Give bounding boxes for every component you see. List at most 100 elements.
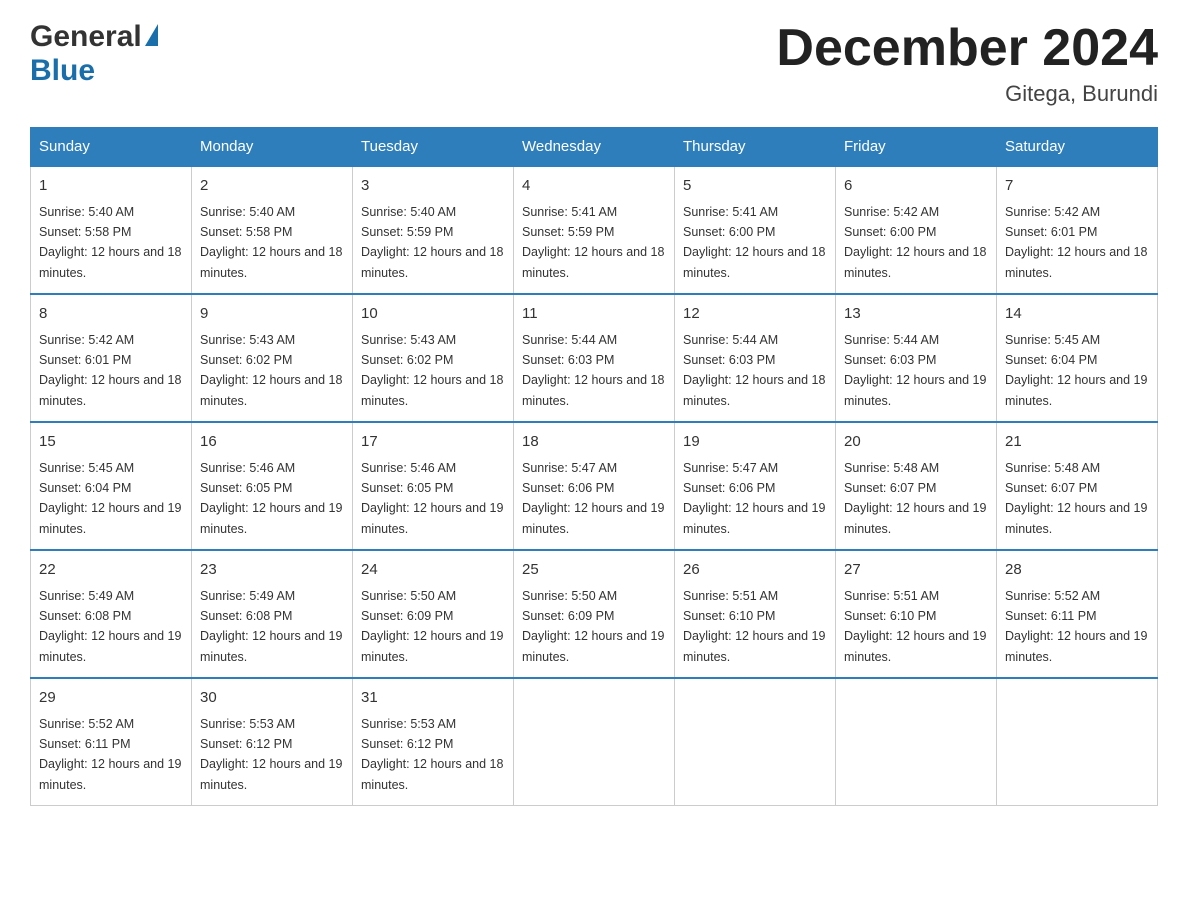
day-number: 25 bbox=[522, 559, 666, 582]
calendar-header-row: SundayMondayTuesdayWednesdayThursdayFrid… bbox=[31, 128, 1158, 167]
calendar-cell: 2 Sunrise: 5:40 AMSunset: 5:58 PMDaylight… bbox=[192, 166, 353, 294]
day-info: Sunrise: 5:41 AMSunset: 6:00 PMDaylight:… bbox=[683, 205, 825, 280]
day-number: 16 bbox=[200, 431, 344, 454]
weekday-header-saturday: Saturday bbox=[997, 128, 1158, 167]
day-info: Sunrise: 5:47 AMSunset: 6:06 PMDaylight:… bbox=[683, 461, 825, 536]
day-number: 8 bbox=[39, 303, 183, 326]
calendar-cell: 15 Sunrise: 5:45 AMSunset: 6:04 PMDayligh… bbox=[31, 422, 192, 550]
day-number: 14 bbox=[1005, 303, 1149, 326]
calendar-cell: 20 Sunrise: 5:48 AMSunset: 6:07 PMDayligh… bbox=[836, 422, 997, 550]
day-number: 10 bbox=[361, 303, 505, 326]
calendar-cell: 27 Sunrise: 5:51 AMSunset: 6:10 PMDayligh… bbox=[836, 550, 997, 678]
day-info: Sunrise: 5:45 AMSunset: 6:04 PMDaylight:… bbox=[39, 461, 181, 536]
logo-blue-text: Blue bbox=[30, 54, 95, 87]
day-number: 1 bbox=[39, 175, 183, 198]
day-number: 5 bbox=[683, 175, 827, 198]
logo: General Blue bbox=[30, 20, 158, 88]
day-info: Sunrise: 5:41 AMSunset: 5:59 PMDaylight:… bbox=[522, 205, 664, 280]
calendar-cell: 28 Sunrise: 5:52 AMSunset: 6:11 PMDayligh… bbox=[997, 550, 1158, 678]
day-number: 22 bbox=[39, 559, 183, 582]
day-info: Sunrise: 5:40 AMSunset: 5:58 PMDaylight:… bbox=[39, 205, 181, 280]
day-info: Sunrise: 5:50 AMSunset: 6:09 PMDaylight:… bbox=[522, 589, 664, 664]
day-number: 13 bbox=[844, 303, 988, 326]
day-number: 12 bbox=[683, 303, 827, 326]
calendar-cell: 8 Sunrise: 5:42 AMSunset: 6:01 PMDaylight… bbox=[31, 294, 192, 422]
calendar-cell bbox=[836, 678, 997, 806]
calendar-cell: 30Sunrise: 5:53 AMSunset: 6:12 PMDayligh… bbox=[192, 678, 353, 806]
day-info: Sunrise: 5:44 AMSunset: 6:03 PMDaylight:… bbox=[522, 333, 664, 408]
day-number: 24 bbox=[361, 559, 505, 582]
day-info: Sunrise: 5:53 AMSunset: 6:12 PMDaylight:… bbox=[200, 717, 342, 792]
calendar-cell: 12 Sunrise: 5:44 AMSunset: 6:03 PMDayligh… bbox=[675, 294, 836, 422]
calendar-cell: 26Sunrise: 5:51 AMSunset: 6:10 PMDayligh… bbox=[675, 550, 836, 678]
day-info: Sunrise: 5:42 AMSunset: 6:00 PMDaylight:… bbox=[844, 205, 986, 280]
calendar-cell: 7 Sunrise: 5:42 AMSunset: 6:01 PMDaylight… bbox=[997, 166, 1158, 294]
day-number: 27 bbox=[844, 559, 988, 582]
calendar-cell: 22 Sunrise: 5:49 AMSunset: 6:08 PMDayligh… bbox=[31, 550, 192, 678]
day-info: Sunrise: 5:52 AMSunset: 6:11 PMDaylight:… bbox=[1005, 589, 1147, 664]
day-info: Sunrise: 5:48 AMSunset: 6:07 PMDaylight:… bbox=[844, 461, 986, 536]
weekday-header-thursday: Thursday bbox=[675, 128, 836, 167]
calendar-cell: 29 Sunrise: 5:52 AMSunset: 6:11 PMDayligh… bbox=[31, 678, 192, 806]
calendar-cell: 19 Sunrise: 5:47 AMSunset: 6:06 PMDayligh… bbox=[675, 422, 836, 550]
calendar-table: SundayMondayTuesdayWednesdayThursdayFrid… bbox=[30, 127, 1158, 806]
day-number: 9 bbox=[200, 303, 344, 326]
calendar-cell: 31 Sunrise: 5:53 AMSunset: 6:12 PMDayligh… bbox=[353, 678, 514, 806]
calendar-week-row: 15 Sunrise: 5:45 AMSunset: 6:04 PMDayligh… bbox=[31, 422, 1158, 550]
calendar-week-row: 1 Sunrise: 5:40 AMSunset: 5:58 PMDaylight… bbox=[31, 166, 1158, 294]
day-info: Sunrise: 5:47 AMSunset: 6:06 PMDaylight:… bbox=[522, 461, 664, 536]
calendar-cell: 16 Sunrise: 5:46 AMSunset: 6:05 PMDayligh… bbox=[192, 422, 353, 550]
calendar-cell: 18Sunrise: 5:47 AMSunset: 6:06 PMDayligh… bbox=[514, 422, 675, 550]
calendar-cell: 3Sunrise: 5:40 AMSunset: 5:59 PMDaylight… bbox=[353, 166, 514, 294]
calendar-cell: 25 Sunrise: 5:50 AMSunset: 6:09 PMDayligh… bbox=[514, 550, 675, 678]
day-info: Sunrise: 5:45 AMSunset: 6:04 PMDaylight:… bbox=[1005, 333, 1147, 408]
calendar-cell bbox=[675, 678, 836, 806]
logo-general-text: General bbox=[30, 20, 142, 54]
day-number: 3 bbox=[361, 175, 505, 198]
page-header: General Blue December 2024 Gitega, Burun… bbox=[30, 20, 1158, 107]
day-info: Sunrise: 5:46 AMSunset: 6:05 PMDaylight:… bbox=[361, 461, 503, 536]
day-info: Sunrise: 5:40 AMSunset: 5:58 PMDaylight:… bbox=[200, 205, 342, 280]
day-number: 19 bbox=[683, 431, 827, 454]
day-info: Sunrise: 5:43 AMSunset: 6:02 PMDaylight:… bbox=[200, 333, 342, 408]
calendar-week-row: 29 Sunrise: 5:52 AMSunset: 6:11 PMDayligh… bbox=[31, 678, 1158, 806]
day-number: 28 bbox=[1005, 559, 1149, 582]
logo-triangle-icon bbox=[145, 24, 158, 46]
calendar-cell: 1 Sunrise: 5:40 AMSunset: 5:58 PMDaylight… bbox=[31, 166, 192, 294]
day-info: Sunrise: 5:48 AMSunset: 6:07 PMDaylight:… bbox=[1005, 461, 1147, 536]
day-info: Sunrise: 5:42 AMSunset: 6:01 PMDaylight:… bbox=[39, 333, 181, 408]
day-number: 21 bbox=[1005, 431, 1149, 454]
day-number: 7 bbox=[1005, 175, 1149, 198]
calendar-cell: 10 Sunrise: 5:43 AMSunset: 6:02 PMDayligh… bbox=[353, 294, 514, 422]
calendar-cell bbox=[997, 678, 1158, 806]
day-number: 31 bbox=[361, 687, 505, 710]
calendar-week-row: 22 Sunrise: 5:49 AMSunset: 6:08 PMDayligh… bbox=[31, 550, 1158, 678]
calendar-cell: 24 Sunrise: 5:50 AMSunset: 6:09 PMDayligh… bbox=[353, 550, 514, 678]
calendar-cell: 14 Sunrise: 5:45 AMSunset: 6:04 PMDayligh… bbox=[997, 294, 1158, 422]
calendar-cell: 4Sunrise: 5:41 AMSunset: 5:59 PMDaylight… bbox=[514, 166, 675, 294]
day-number: 6 bbox=[844, 175, 988, 198]
weekday-header-tuesday: Tuesday bbox=[353, 128, 514, 167]
day-info: Sunrise: 5:43 AMSunset: 6:02 PMDaylight:… bbox=[361, 333, 503, 408]
day-info: Sunrise: 5:49 AMSunset: 6:08 PMDaylight:… bbox=[39, 589, 181, 664]
day-number: 15 bbox=[39, 431, 183, 454]
calendar-cell: 9 Sunrise: 5:43 AMSunset: 6:02 PMDaylight… bbox=[192, 294, 353, 422]
day-info: Sunrise: 5:51 AMSunset: 6:10 PMDaylight:… bbox=[844, 589, 986, 664]
day-info: Sunrise: 5:49 AMSunset: 6:08 PMDaylight:… bbox=[200, 589, 342, 664]
day-number: 29 bbox=[39, 687, 183, 710]
calendar-week-row: 8 Sunrise: 5:42 AMSunset: 6:01 PMDaylight… bbox=[31, 294, 1158, 422]
calendar-cell: 21 Sunrise: 5:48 AMSunset: 6:07 PMDayligh… bbox=[997, 422, 1158, 550]
day-info: Sunrise: 5:44 AMSunset: 6:03 PMDaylight:… bbox=[844, 333, 986, 408]
day-number: 2 bbox=[200, 175, 344, 198]
day-info: Sunrise: 5:42 AMSunset: 6:01 PMDaylight:… bbox=[1005, 205, 1147, 280]
day-info: Sunrise: 5:44 AMSunset: 6:03 PMDaylight:… bbox=[683, 333, 825, 408]
day-info: Sunrise: 5:50 AMSunset: 6:09 PMDaylight:… bbox=[361, 589, 503, 664]
weekday-header-wednesday: Wednesday bbox=[514, 128, 675, 167]
day-info: Sunrise: 5:46 AMSunset: 6:05 PMDaylight:… bbox=[200, 461, 342, 536]
day-number: 20 bbox=[844, 431, 988, 454]
day-info: Sunrise: 5:53 AMSunset: 6:12 PMDaylight:… bbox=[361, 717, 503, 792]
day-number: 17 bbox=[361, 431, 505, 454]
day-info: Sunrise: 5:52 AMSunset: 6:11 PMDaylight:… bbox=[39, 717, 181, 792]
calendar-cell: 11Sunrise: 5:44 AMSunset: 6:03 PMDayligh… bbox=[514, 294, 675, 422]
calendar-cell: 23Sunrise: 5:49 AMSunset: 6:08 PMDayligh… bbox=[192, 550, 353, 678]
